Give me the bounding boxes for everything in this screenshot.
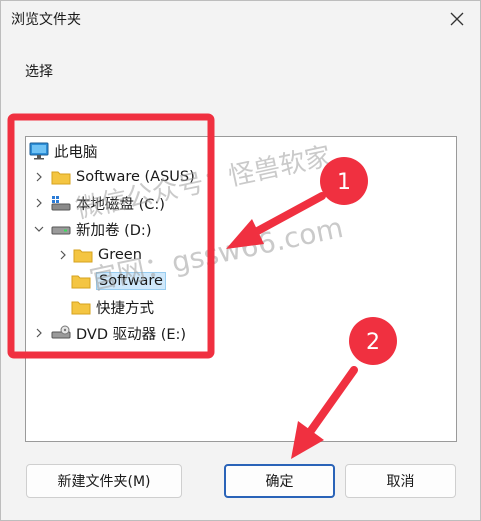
tree-item-dvd-e[interactable]: DVD 驱动器 (E:) (50, 322, 186, 344)
folder-icon (72, 245, 94, 265)
prompt-label: 选择 (25, 64, 53, 80)
tree-item-label: 快捷方式 (96, 300, 154, 317)
tree-item-new-volume-d[interactable]: 新加卷 (D:) (50, 218, 151, 240)
tree-item-label: 新加卷 (D:) (76, 222, 152, 239)
folder-icon (70, 271, 92, 291)
ok-button[interactable]: 确定 (224, 464, 335, 498)
tree-item-label: 本地磁盘 (C:) (76, 196, 165, 213)
tree-item-green[interactable]: Green (72, 244, 142, 266)
drive-icon (50, 193, 72, 213)
drive-icon (50, 219, 72, 239)
window-title: 浏览文件夹 (11, 12, 81, 28)
new-folder-button[interactable]: 新建文件夹(M) (26, 464, 182, 498)
tree-item-label: 此电脑 (54, 144, 98, 161)
folder-icon (50, 167, 72, 187)
tree-item-this-pc[interactable]: 此电脑 (28, 140, 98, 162)
tree-item-shortcuts[interactable]: 快捷方式 (70, 296, 154, 318)
tree-item-label: Software (96, 272, 166, 290)
dvd-drive-icon (50, 323, 72, 343)
monitor-icon (28, 141, 50, 161)
expand-chevron-icon[interactable] (32, 166, 46, 188)
expand-chevron-icon[interactable] (32, 322, 46, 344)
tree-item-software-asus[interactable]: Software (ASUS) (50, 166, 195, 188)
close-icon (450, 12, 464, 26)
expand-chevron-icon[interactable] (56, 244, 70, 266)
tree-item-software-selected[interactable]: Software (70, 270, 166, 292)
tree-item-local-disk-c[interactable]: 本地磁盘 (C:) (50, 192, 165, 214)
folder-tree[interactable]: 此电脑 Software (ASUS) 本地磁盘 (C:) 新加卷 (D:) G… (25, 136, 457, 442)
folder-icon (70, 297, 92, 317)
browse-folder-dialog: 浏览文件夹 选择 此电脑 Software (ASUS) 本地磁盘 (C:) 新… (0, 0, 481, 521)
cancel-button[interactable]: 取消 (345, 464, 456, 498)
tree-item-label: DVD 驱动器 (E:) (76, 326, 187, 343)
close-button[interactable] (446, 8, 468, 30)
tree-item-label: Software (ASUS) (76, 169, 195, 185)
expand-chevron-icon[interactable] (32, 192, 46, 214)
tree-item-label: Green (98, 247, 142, 263)
collapse-chevron-icon[interactable] (32, 218, 46, 240)
